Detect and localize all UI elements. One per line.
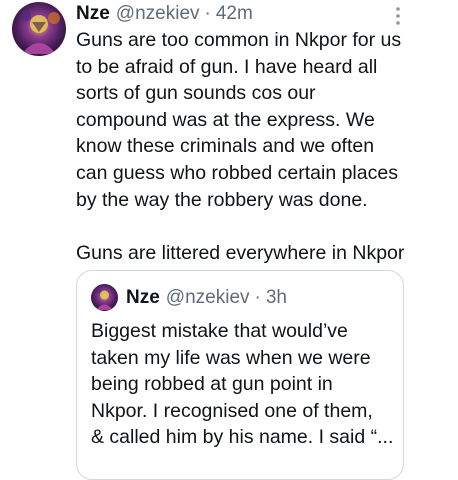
tweet-body-line: can guess who robbed certain places — [76, 161, 398, 184]
quoted-body-line: Biggest mistake that would’ve — [91, 320, 348, 342]
more-vertical-icon[interactable] — [394, 6, 402, 26]
tweet-body-line: compound was at the express. We — [76, 108, 375, 131]
header-separator: · — [204, 3, 211, 24]
quoted-tweet-header: Nze @nzekiev · 3h — [126, 285, 287, 311]
tweet-body-line: Guns are too common in Nkpor for us — [76, 29, 402, 51]
quoted-body-line: being robbed at gun point in — [91, 373, 333, 396]
quoted-body-line: & called him by his name. I said “... — [91, 426, 394, 449]
quoted-tweet-card[interactable]: Nze @nzekiev · 3h Biggest mistake that w… — [76, 270, 404, 480]
quoted-header-separator: · — [254, 287, 261, 308]
tweet: Nze @nzekiev · 42m Guns are too common i… — [0, 0, 458, 480]
tweet-body-line: to be afraid of gun. I have heard all — [76, 55, 378, 78]
tweet-body: Guns are too common in Nkpor for us to b… — [76, 27, 451, 266]
quoted-body-line: Nkpor. I recognised one of them, — [91, 399, 373, 422]
tweet-body-line: Guns are littered everywhere in Nkpor — [76, 241, 405, 264]
tweet-header: Nze @nzekiev · 42m — [76, 1, 253, 27]
tweet-body-line: sorts of gun sounds cos our — [76, 82, 316, 105]
quoted-user-handle: @nzekiev — [165, 287, 250, 308]
quoted-avatar — [91, 284, 118, 311]
tweet-timestamp[interactable]: 42m — [216, 3, 253, 25]
quoted-body-line: taken my life was when we were — [91, 346, 371, 369]
user-handle[interactable]: @nzekiev — [116, 3, 200, 25]
quoted-display-name: Nze — [126, 287, 160, 308]
display-name[interactable]: Nze — [76, 3, 110, 25]
avatar[interactable] — [12, 2, 66, 56]
quoted-tweet-body: Biggest mistake that would’ve taken my l… — [91, 318, 396, 451]
tweet-body-line: by the way the robbery was done. — [76, 188, 368, 211]
quoted-tweet-timestamp: 3h — [265, 287, 287, 308]
tweet-body-line: know these criminals and we often — [76, 135, 375, 158]
